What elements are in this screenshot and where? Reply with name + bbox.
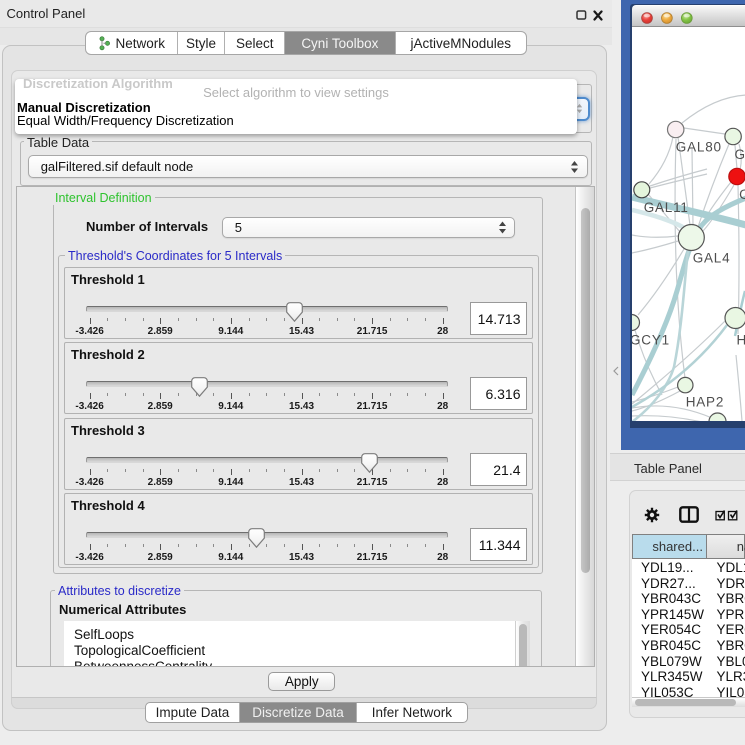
svg-text:GA: GA: [734, 147, 745, 162]
svg-text:GCY1: GCY1: [632, 332, 670, 347]
svg-text:HAP2: HAP2: [685, 394, 723, 409]
svg-text:GAL4: GAL4: [692, 250, 730, 265]
svg-text:GAL11: GAL11: [643, 199, 688, 214]
svg-text:CY: CY: [739, 187, 745, 202]
svg-text:GAL80: GAL80: [675, 139, 721, 154]
svg-text:HI: HI: [736, 332, 745, 347]
